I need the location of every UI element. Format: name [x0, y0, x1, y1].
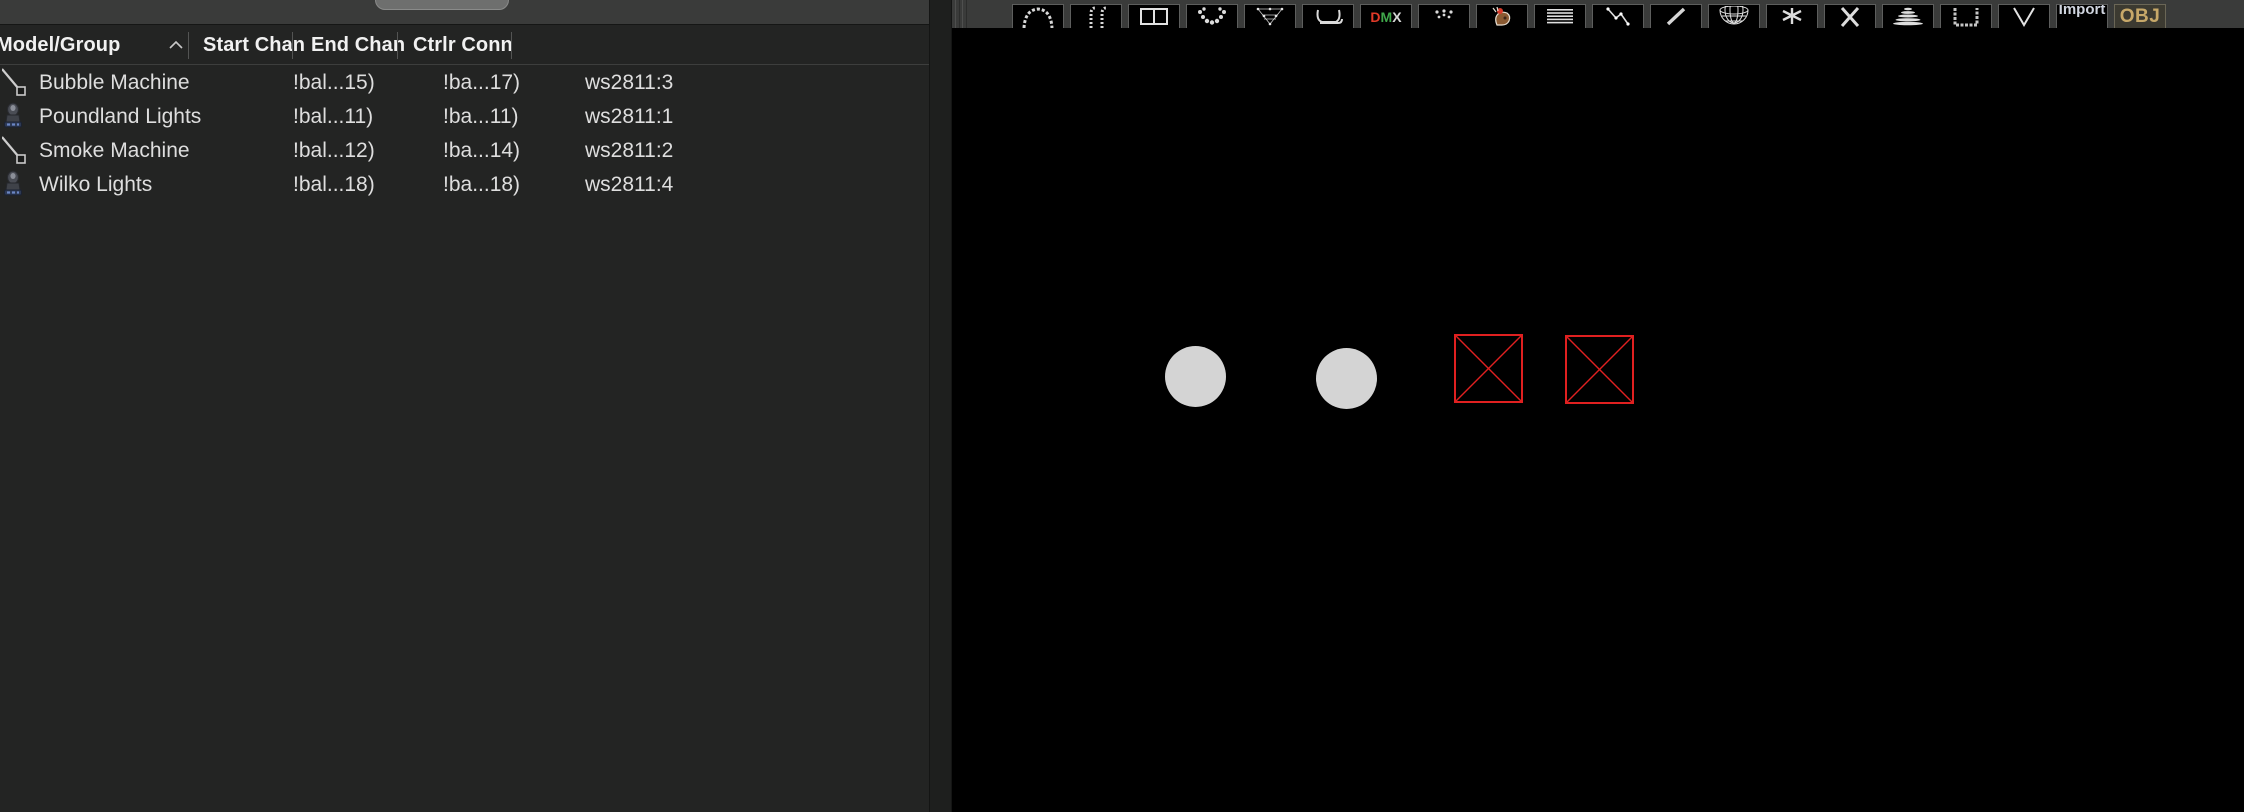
polyline-model-icon[interactable]: [1592, 4, 1644, 28]
dmx-model-icon[interactable]: DMX: [1360, 4, 1412, 28]
cell-ctrlr-conn: ws2811:3: [585, 71, 674, 94]
table-row[interactable]: Smoke Machine !bal...12) !ba...14) ws281…: [0, 134, 929, 168]
scrollbar-thumb[interactable]: [375, 0, 509, 10]
smoke-machine-prop[interactable]: [1454, 334, 1523, 403]
obj-label: OBJ: [2119, 5, 2161, 27]
cell-ctrlr-conn: ws2811:1: [585, 105, 674, 128]
cell-model-name: Wilko Lights: [39, 173, 153, 196]
model-list-horizontal-scrollbar[interactable]: [0, 0, 929, 24]
model-creation-toolbar: DMX Import OBJ: [952, 0, 2244, 28]
column-divider-1[interactable]: [188, 32, 189, 59]
cell-start-chan: !bal...12): [293, 139, 375, 162]
model-list-panel: Model/Group Start Chan End Chan Ctrlr Co…: [0, 0, 929, 812]
star-model-icon[interactable]: [1766, 4, 1818, 28]
sphere-model-icon[interactable]: [1708, 4, 1760, 28]
cell-model-name: Poundland Lights: [39, 105, 202, 128]
import-label: Import: [2058, 4, 2106, 18]
cell-end-chan: !ba...18): [443, 173, 521, 196]
dmx-label: DMX: [1370, 8, 1402, 25]
column-divider-3[interactable]: [397, 32, 398, 59]
table-row[interactable]: Wilko Lights !bal...18) !ba...18) ws2811…: [0, 168, 929, 202]
single-line-model-icon[interactable]: [1650, 4, 1702, 28]
column-divider-4[interactable]: [511, 32, 512, 59]
model-list-rows: Bubble Machine !bal...15) !ba...17) ws28…: [0, 66, 929, 812]
obj-model-icon[interactable]: OBJ: [2114, 4, 2166, 28]
moving-head-light-icon: [2, 102, 30, 132]
cell-end-chan: !ba...14): [443, 139, 521, 162]
sleigh-model-icon[interactable]: [1302, 4, 1354, 28]
toolbar-grip-2[interactable]: [962, 0, 967, 28]
window-frame-model-icon[interactable]: [1128, 4, 1180, 28]
model-layout-screen: Model/Group Start Chan End Chan Ctrlr Co…: [0, 0, 2244, 812]
splitter-edge-left: [929, 0, 930, 812]
wilko-lights-prop[interactable]: [1316, 348, 1377, 409]
candy-cane-model-icon[interactable]: [1070, 4, 1122, 28]
cell-model-name: Smoke Machine: [39, 139, 190, 162]
cell-start-chan: !bal...11): [293, 105, 374, 128]
import-model-icon[interactable]: Import: [2056, 4, 2108, 28]
wreath-v-model-icon[interactable]: [1998, 4, 2050, 28]
moving-head-light-icon: [2, 170, 30, 200]
cell-end-chan: !ba...11): [443, 105, 519, 128]
layout-3d-preview[interactable]: [952, 28, 2244, 812]
circle-model-icon[interactable]: [1186, 4, 1238, 28]
cell-end-chan: !ba...17): [443, 71, 521, 94]
column-header-ctrlr-conn[interactable]: Ctrlr Conn: [413, 25, 513, 65]
bubble-machine-prop[interactable]: [1565, 335, 1634, 404]
toolbar-grip-1[interactable]: [955, 0, 960, 28]
matrix-model-icon[interactable]: [1534, 4, 1586, 28]
table-row[interactable]: Bubble Machine !bal...15) !ba...17) ws28…: [0, 66, 929, 100]
toolbar-spacer: [968, 0, 1012, 28]
dmx-machine-icon: [1, 136, 30, 166]
table-row[interactable]: Poundland Lights !bal...11) !ba...11) ws…: [0, 100, 929, 134]
cell-start-chan: !bal...18): [293, 173, 375, 196]
panel-splitter[interactable]: [929, 0, 952, 812]
cell-start-chan: !bal...15): [293, 71, 375, 94]
sort-ascending-icon: [168, 38, 184, 52]
snowflake-model-icon[interactable]: [1418, 4, 1470, 28]
icicle-model-icon[interactable]: [1244, 4, 1296, 28]
spinner-model-icon[interactable]: [1824, 4, 1876, 28]
arch-model-icon[interactable]: [1012, 4, 1064, 28]
cell-ctrlr-conn: ws2811:2: [585, 139, 674, 162]
cube-model-icon[interactable]: [1940, 4, 1992, 28]
column-divider-2[interactable]: [292, 32, 293, 59]
model-list-column-headers: Model/Group Start Chan End Chan Ctrlr Co…: [0, 25, 929, 65]
cell-model-name: Bubble Machine: [39, 71, 190, 94]
column-header-start-chan[interactable]: Start Chan: [203, 25, 305, 65]
reindeer-model-icon[interactable]: [1476, 4, 1528, 28]
cell-ctrlr-conn: ws2811:4: [585, 173, 674, 196]
column-header-end-chan[interactable]: End Chan: [311, 25, 405, 65]
layout-area: DMX Import OBJ: [952, 0, 2244, 812]
column-header-model-group[interactable]: Model/Group: [0, 25, 120, 65]
poundland-lights-prop[interactable]: [1165, 346, 1226, 407]
tree-model-icon[interactable]: [1882, 4, 1934, 28]
dmx-machine-icon: [1, 68, 30, 98]
